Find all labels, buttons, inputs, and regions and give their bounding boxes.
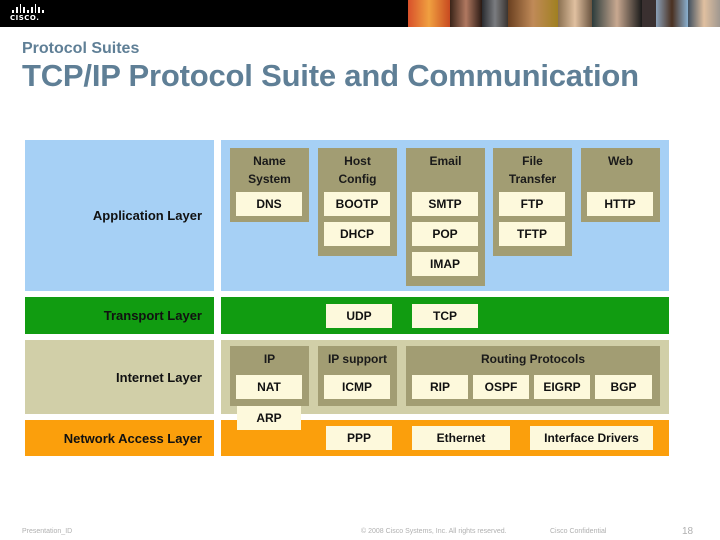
group-title: Transfer <box>508 172 557 186</box>
group-ip: IP NAT <box>230 346 309 406</box>
group-title: File <box>522 154 543 168</box>
application-layer-name: Application Layer <box>92 208 202 223</box>
internet-layer-name: Internet Layer <box>116 369 202 385</box>
banner-photo <box>450 0 482 27</box>
banner-photo <box>592 0 642 27</box>
group-ip-support: IP support ICMP <box>318 346 397 406</box>
banner-photo <box>558 0 592 27</box>
group-title: Web <box>607 154 634 168</box>
cisco-bars-icon <box>12 4 45 13</box>
protocol-ospf: OSPF <box>473 375 529 399</box>
group-title: System <box>248 172 291 186</box>
footer-page-number: 18 <box>682 526 694 537</box>
protocol-imap: IMAP <box>412 252 478 276</box>
transport-layer-label: Transport Layer <box>25 297 214 334</box>
banner-photo <box>482 0 508 27</box>
group-title: Config <box>338 172 377 186</box>
protocol-dhcp: DHCP <box>324 222 390 246</box>
network-access-layer-label: Network Access Layer <box>25 420 214 456</box>
internet-layer-body: IP NAT IP support ICMP Routing Protocols… <box>221 340 669 414</box>
protocol-nat: NAT <box>236 375 302 399</box>
footer-confidential: Cisco Confidential <box>550 528 607 535</box>
protocol-ftp: FTP <box>499 192 565 216</box>
banner-photo <box>642 0 656 27</box>
protocol-pop: POP <box>412 222 478 246</box>
group-title: IP <box>263 352 276 366</box>
group-name-system: Name System DNS <box>230 148 309 222</box>
protocol-tftp: TFTP <box>499 222 565 246</box>
banner-photo <box>688 0 720 27</box>
protocol-udp: UDP <box>326 304 392 328</box>
top-banner: CISCO. <box>0 0 720 27</box>
protocol-bgp: BGP <box>595 375 652 399</box>
cisco-logo: CISCO. <box>10 4 45 24</box>
protocol-rip: RIP <box>412 375 468 399</box>
group-web: Web HTTP <box>581 148 660 222</box>
protocol-http: HTTP <box>587 192 653 216</box>
footer-presentation-id: Presentation_ID <box>22 528 73 535</box>
slide-subtitle: Protocol Suites <box>22 40 140 57</box>
footer-copyright: © 2008 Cisco Systems, Inc. All rights re… <box>361 528 507 535</box>
group-title: Email <box>429 154 462 168</box>
protocol-icmp: ICMP <box>324 375 390 399</box>
group-host-config: Host Config BOOTP DHCP <box>318 148 397 256</box>
group-file-transfer: File Transfer FTP TFTP <box>493 148 572 256</box>
application-layer-label: Application Layer <box>25 140 214 291</box>
banner-photo-strip <box>408 0 720 27</box>
transport-layer-body: UDP TCP <box>221 297 669 334</box>
protocol-smtp: SMTP <box>412 192 478 216</box>
protocol-ppp: PPP <box>326 426 392 450</box>
transport-layer-name: Transport Layer <box>103 308 202 323</box>
group-title: Routing Protocols <box>481 352 585 366</box>
logo-text: CISCO. <box>10 14 40 22</box>
protocol-interface-drivers: Interface Drivers <box>530 426 653 450</box>
protocol-ethernet: Ethernet <box>412 426 510 450</box>
protocol-eigrp: EIGRP <box>534 375 590 399</box>
network-access-layer-name: Network Access Layer <box>63 430 202 446</box>
slide-title: TCP/IP Protocol Suite and Communication <box>22 58 639 93</box>
protocol-tcp: TCP <box>412 304 478 328</box>
banner-photo <box>408 0 450 27</box>
banner-photo <box>656 0 688 27</box>
protocol-arp: ARP <box>237 406 301 430</box>
group-email: Email SMTP POP IMAP <box>406 148 485 286</box>
group-title: IP support <box>327 352 388 366</box>
protocol-bootp: BOOTP <box>324 192 390 216</box>
banner-photo <box>508 0 558 27</box>
group-title: Name <box>253 154 286 168</box>
group-routing-protocols: Routing Protocols RIP OSPF EIGRP BGP <box>406 346 660 406</box>
group-title: Host <box>344 154 371 168</box>
internet-layer-label: Internet Layer <box>25 340 214 414</box>
protocol-dns: DNS <box>236 192 302 216</box>
application-layer-body: Name System DNS Host Config BOOTP DHCP E… <box>221 140 669 291</box>
